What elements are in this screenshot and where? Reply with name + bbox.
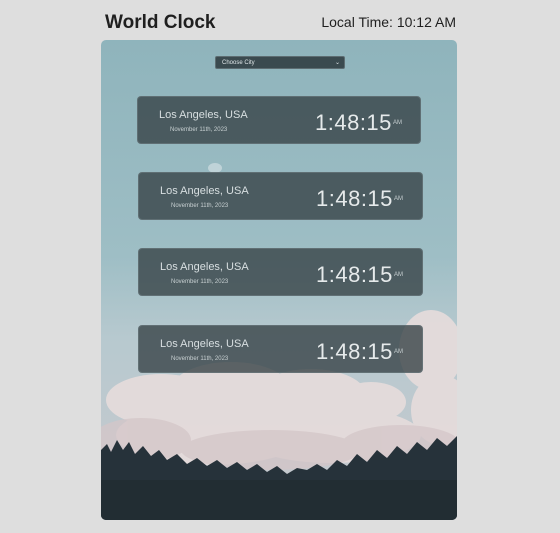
clock-panel: Choose City ⌄ Los Angeles, USA November … [101,40,457,520]
clock-city: Los Angeles, USA [160,338,249,350]
clock-card[interactable]: Los Angeles, USA November 11th, 2023 1:4… [138,248,423,296]
clock-date: November 11th, 2023 [171,279,229,285]
clock-time: 1:48:15 [316,339,393,364]
clock-time: 1:48:15 [316,186,393,211]
clock-card[interactable]: Los Angeles, USA November 11th, 2023 1:4… [138,172,423,220]
clock-ampm: AM [393,120,402,126]
clock-card[interactable]: Los Angeles, USA November 11th, 2023 1:4… [137,96,421,144]
clock-date: November 11th, 2023 [171,203,229,209]
clock-ampm: AM [394,349,403,355]
clock-ampm: AM [394,272,403,278]
city-select[interactable]: Choose City ⌄ [215,56,345,69]
local-time-readout: Local Time: 10:12 AM [321,14,456,30]
page-title: World Clock [105,12,216,33]
clock-city: Los Angeles, USA [160,185,249,197]
clock-time: 1:48:15 [315,110,392,135]
chevron-down-icon: ⌄ [334,60,340,66]
clock-city: Los Angeles, USA [159,109,248,121]
clock-ampm: AM [394,196,403,202]
clock-time: 1:48:15 [316,262,393,287]
clock-card[interactable]: Los Angeles, USA November 11th, 2023 1:4… [138,325,423,373]
clock-date: November 11th, 2023 [170,127,228,133]
clock-date: November 11th, 2023 [171,356,229,362]
city-select-value: Choose City [222,60,255,66]
clock-city: Los Angeles, USA [160,261,249,273]
